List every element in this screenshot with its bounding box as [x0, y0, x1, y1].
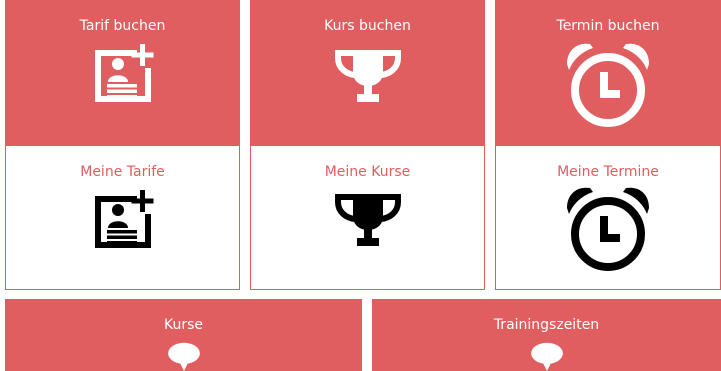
- tile-kurs-buchen[interactable]: Kurs buchen: [250, 0, 485, 146]
- tile-meine-kurse[interactable]: Meine Kurse: [250, 146, 485, 290]
- tile-label: Meine Tarife: [80, 164, 165, 180]
- tile-label: Meine Kurse: [324, 164, 411, 180]
- tile-label: Tarif buchen: [79, 18, 166, 34]
- alarm-clock-icon: [563, 40, 653, 130]
- tile-label: Kurs buchen: [324, 18, 411, 34]
- tile-tarif-buchen[interactable]: Tarif buchen: [5, 0, 240, 146]
- tile-label: Meine Termine: [557, 164, 659, 180]
- tile-kurse[interactable]: Kurse: [5, 299, 362, 371]
- tile-meine-termine[interactable]: Meine Termine: [495, 146, 721, 290]
- tile-termin-buchen[interactable]: Termin buchen: [495, 0, 721, 146]
- id-card-plus-icon: [91, 186, 155, 250]
- tile-label: Trainingszeiten: [493, 317, 600, 333]
- tile-trainingszeiten[interactable]: Trainingszeiten: [372, 299, 721, 371]
- speech-bubble-icon: [166, 341, 202, 371]
- trophy-icon: [333, 188, 403, 252]
- tile-label: Termin buchen: [556, 18, 660, 34]
- trophy-icon: [333, 44, 403, 108]
- tile-meine-tarife[interactable]: Meine Tarife: [5, 146, 240, 290]
- alarm-clock-icon: [563, 184, 653, 274]
- tile-label: Kurse: [163, 317, 204, 333]
- speech-bubble-icon: [529, 341, 565, 371]
- id-card-plus-icon: [91, 40, 155, 104]
